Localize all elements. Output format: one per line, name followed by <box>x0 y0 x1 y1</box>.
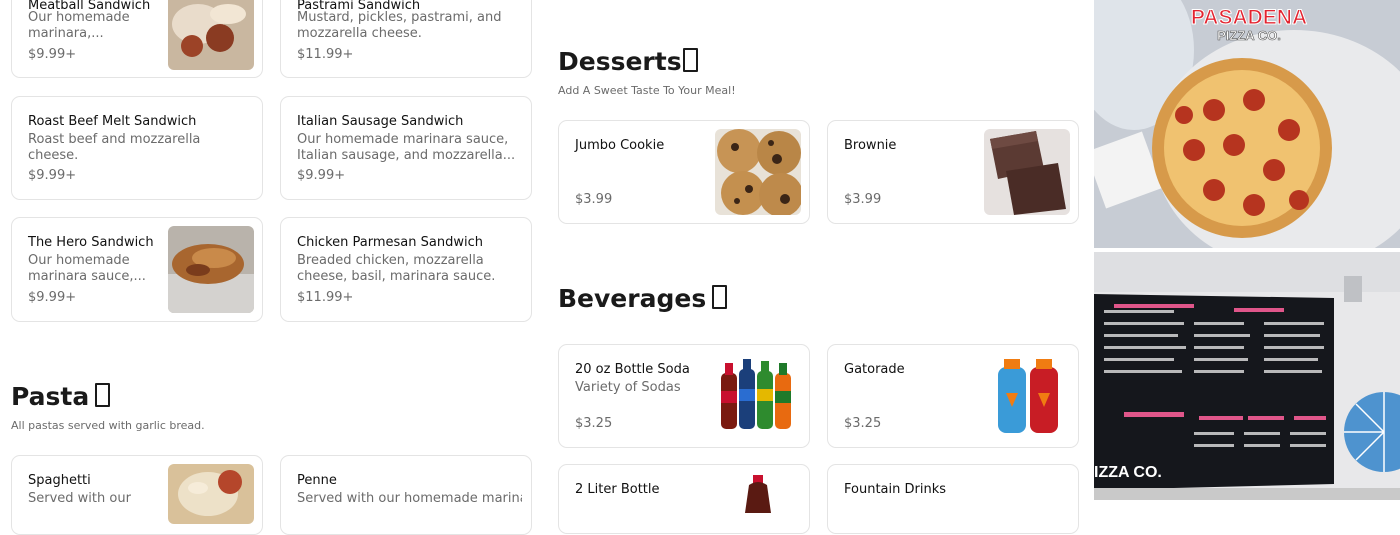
item-description: Roast beef and mozzarella cheese. <box>28 132 201 163</box>
menu-board-photo: IZZA CO. <box>1094 252 1400 500</box>
menu-item-pastrami-sandwich[interactable]: Pastrami Sandwich Mustard, pickles, past… <box>280 0 532 78</box>
brownie-photo <box>984 129 1070 215</box>
menu-item-2-liter-bottle[interactable]: 2 Liter Bottle <box>558 464 810 534</box>
item-name: 2 Liter Bottle <box>575 482 660 497</box>
section-title-beverages: Beverages <box>558 284 728 313</box>
section-title-pasta: Pasta <box>11 382 111 411</box>
logo-text-line2: PIZZA CO. <box>1217 28 1281 43</box>
missing-emoji-glyph <box>682 48 698 72</box>
item-description: Served with our homemade marinara <box>297 491 522 506</box>
missing-emoji-glyph <box>95 383 111 407</box>
item-price: $3.99 <box>575 192 613 207</box>
menu-item-20oz-bottle-soda[interactable]: 20 oz Bottle Soda Variety of Sodas $3.25 <box>558 344 810 448</box>
item-description: Our homemade marinara sauce, Italian sau… <box>297 132 516 163</box>
item-description: Our homemade marinara,... <box>28 10 130 41</box>
menu-item-penne[interactable]: Penne Served with our homemade marinara <box>280 455 532 535</box>
item-description: Mustard, pickles, pastrami, and mozzarel… <box>297 10 502 41</box>
item-price: $3.25 <box>575 416 613 431</box>
item-price: $9.99+ <box>28 168 77 183</box>
menu-item-chicken-parmesan-sandwich[interactable]: Chicken Parmesan Sandwich Breaded chicke… <box>280 217 532 322</box>
item-description: Served with our <box>28 491 131 506</box>
item-description: Our homemade marinara sauce,... <box>28 253 146 284</box>
section-title-desserts: Desserts <box>558 47 698 76</box>
item-name: Spaghetti <box>28 473 91 488</box>
item-description: Breaded chicken, mozzarella cheese, basi… <box>297 253 496 284</box>
menu-item-roast-beef-melt-sandwich[interactable]: Roast Beef Melt Sandwich Roast beef and … <box>11 96 263 200</box>
two-liter-bottle-photo <box>715 473 801 513</box>
menu-item-meatball-sandwich[interactable]: Meatball Sandwich Our homemade marinara,… <box>11 0 263 78</box>
menu-board-logo-text: IZZA CO. <box>1094 464 1162 481</box>
spaghetti-photo <box>168 464 254 524</box>
item-name: Roast Beef Melt Sandwich <box>28 114 197 129</box>
item-price: $9.99+ <box>28 47 77 62</box>
menu-item-brownie[interactable]: Brownie $3.99 <box>827 120 1079 224</box>
gatorade-photo <box>984 353 1070 439</box>
menu-item-gatorade[interactable]: Gatorade $3.25 <box>827 344 1079 448</box>
item-description: Variety of Sodas <box>575 380 681 395</box>
item-price: $11.99+ <box>297 47 354 62</box>
item-price: $9.99+ <box>28 290 77 305</box>
item-price: $3.25 <box>844 416 882 431</box>
item-name: Fountain Drinks <box>844 482 947 497</box>
hero-sandwich-photo <box>168 226 254 313</box>
soda-bottles-photo <box>715 353 801 439</box>
item-name: Italian Sausage Sandwich <box>297 114 464 129</box>
pizza-photo: PASADENA PIZZA CO. <box>1094 0 1400 248</box>
meatball-sandwich-photo <box>168 0 254 70</box>
menu-item-hero-sandwich[interactable]: The Hero Sandwich Our homemade marinara … <box>11 217 263 322</box>
item-name: Chicken Parmesan Sandwich <box>297 235 483 250</box>
section-subtitle-pasta: All pastas served with garlic bread. <box>11 419 205 432</box>
menu-item-italian-sausage-sandwich[interactable]: Italian Sausage Sandwich Our homemade ma… <box>280 96 532 200</box>
missing-emoji-glyph <box>712 285 728 309</box>
jumbo-cookie-photo <box>715 129 801 215</box>
menu-item-fountain-drinks[interactable]: Fountain Drinks <box>827 464 1079 534</box>
item-name: 20 oz Bottle Soda <box>575 362 690 377</box>
logo-text-line1: PASADENA <box>1191 6 1307 29</box>
item-name: Jumbo Cookie <box>575 138 665 153</box>
item-name: Penne <box>297 473 337 488</box>
menu-item-spaghetti[interactable]: Spaghetti Served with our <box>11 455 263 535</box>
menu-item-jumbo-cookie[interactable]: Jumbo Cookie $3.99 <box>558 120 810 224</box>
item-name: Gatorade <box>844 362 905 377</box>
item-price: $11.99+ <box>297 290 354 305</box>
item-name: The Hero Sandwich <box>28 235 154 250</box>
item-price: $3.99 <box>844 192 882 207</box>
item-name: Brownie <box>844 138 897 153</box>
section-subtitle-desserts: Add A Sweet Taste To Your Meal! <box>558 84 736 97</box>
item-price: $9.99+ <box>297 168 346 183</box>
